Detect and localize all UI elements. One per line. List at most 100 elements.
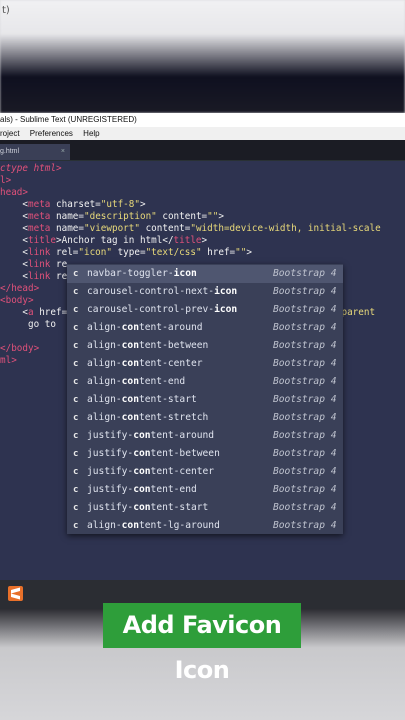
menu-bar: roject Preferences Help <box>0 127 405 140</box>
code-token: "width=device-width, initial-scale <box>190 223 381 234</box>
autocomplete-item[interactable]: c justify-content-between Bootstrap 4 <box>67 445 343 463</box>
autocomplete-item[interactable]: c justify-content-start Bootstrap 4 <box>67 499 343 517</box>
completion-kind-badge: c <box>73 269 79 279</box>
code-token: < <box>0 235 28 246</box>
code-token: name= <box>56 223 84 234</box>
code-token: "utf-8" <box>100 199 140 210</box>
completion-kind-badge: c <box>73 341 79 351</box>
completion-name: justify-content-between <box>87 448 220 459</box>
code-token: < <box>0 307 28 318</box>
code-token: > <box>246 247 252 258</box>
code-line: <meta name="viewport" content="width=dev… <box>0 223 381 235</box>
sublime-text-icon[interactable] <box>8 586 23 601</box>
completion-kind-badge: c <box>73 287 79 297</box>
code-token: ml> <box>0 355 17 366</box>
code-line: <body> <box>0 295 34 307</box>
autocomplete-item[interactable]: c align-content-lg-around Bootstrap 4 <box>67 517 343 535</box>
menu-item-project[interactable]: roject <box>0 129 20 138</box>
completion-source: Bootstrap 4 <box>273 394 337 405</box>
autocomplete-item[interactable]: c align-content-start Bootstrap 4 <box>67 391 343 409</box>
code-line: <title>Anchor tag in html</title> <box>0 235 207 247</box>
tab-file[interactable]: g.html × <box>0 144 70 160</box>
completion-kind-badge: c <box>73 521 79 531</box>
code-token: </head> <box>0 283 40 294</box>
completion-source: Bootstrap 4 <box>273 304 337 315</box>
code-line: <link rel="icon" type="text/css" href=""… <box>0 247 252 259</box>
completion-source: Bootstrap 4 <box>273 322 337 333</box>
code-token: meta <box>28 211 56 222</box>
code-token: href= <box>201 247 236 258</box>
autocomplete-item[interactable]: c justify-content-center Bootstrap 4 <box>67 463 343 481</box>
completion-source: Bootstrap 4 <box>273 376 337 387</box>
code-line: go to <box>0 319 56 331</box>
close-icon[interactable]: × <box>61 144 65 160</box>
window-title: als) - Sublime Text (UNREGISTERED) <box>0 115 137 124</box>
completion-source: Bootstrap 4 <box>273 448 337 459</box>
completion-name: justify-content-center <box>87 466 215 477</box>
code-token: "" <box>235 247 247 258</box>
code-token: > <box>139 199 146 210</box>
code-token: rel= <box>56 247 79 258</box>
autocomplete-item[interactable]: c justify-content-end Bootstrap 4 <box>67 481 343 499</box>
code-token: "" <box>207 211 219 222</box>
code-token: charset= <box>56 199 101 210</box>
code-token: < <box>0 247 28 258</box>
code-line: <meta charset="utf-8"> <box>0 199 146 211</box>
autocomplete-item[interactable]: c align-content-between Bootstrap 4 <box>67 337 343 355</box>
tab-bar: g.html × <box>0 140 405 160</box>
code-line: </body> <box>0 343 39 355</box>
autocomplete-item[interactable]: c align-content-center Bootstrap 4 <box>67 355 343 373</box>
code-token: l> <box>0 175 12 186</box>
code-token: > <box>218 211 224 222</box>
code-token: ctype html> <box>0 163 62 174</box>
autocomplete-item[interactable]: c align-content-around Bootstrap 4 <box>67 319 343 337</box>
code-token: < <box>0 259 28 270</box>
code-token: type= <box>111 247 146 258</box>
code-token: title <box>28 235 56 246</box>
code-token: > <box>201 235 208 246</box>
completion-name: carousel-control-prev-icon <box>87 304 238 315</box>
sublime-text-glyph <box>11 587 20 600</box>
code-token: meta <box>28 199 56 210</box>
completion-source: Bootstrap 4 <box>273 358 337 369</box>
completion-kind-badge: c <box>73 485 79 495</box>
blurred-top-text: t) <box>2 5 10 16</box>
completion-name: align-content-between <box>87 340 209 351</box>
code-token: name= <box>56 211 84 222</box>
code-token: >Anchor tag in html</ <box>56 235 174 246</box>
menu-item-preferences[interactable]: Preferences <box>30 129 73 138</box>
autocomplete-item[interactable]: c align-content-stretch Bootstrap 4 <box>67 409 343 427</box>
completion-source: Bootstrap 4 <box>273 466 337 477</box>
autocomplete-item[interactable]: c align-content-end Bootstrap 4 <box>67 373 343 391</box>
code-token: go to <box>0 319 56 330</box>
completion-name: align-content-center <box>87 358 203 369</box>
completion-name: align-content-end <box>87 376 186 387</box>
autocomplete-item[interactable]: c carousel-control-prev-icon Bootstrap 4 <box>67 301 343 319</box>
completion-source: Bootstrap 4 <box>273 412 337 423</box>
blurred-background-top <box>0 0 405 113</box>
autocomplete-item[interactable]: c justify-content-around Bootstrap 4 <box>67 427 343 445</box>
autocomplete-item[interactable]: c carousel-control-next-icon Bootstrap 4 <box>67 283 343 301</box>
completion-name: justify-content-start <box>87 502 209 513</box>
menu-item-help[interactable]: Help <box>83 129 99 138</box>
code-token: link <box>28 271 56 282</box>
code-token: meta <box>28 223 56 234</box>
autocomplete-item[interactable]: c navbar-toggler-icon Bootstrap 4 <box>67 265 343 283</box>
code-token: <body> <box>0 295 34 306</box>
completion-source: Bootstrap 4 <box>273 340 337 351</box>
completion-name: align-content-around <box>87 322 203 333</box>
completion-source: Bootstrap 4 <box>273 430 337 441</box>
code-line: <meta name="description" content=""> <box>0 211 224 223</box>
code-token: a <box>28 307 40 318</box>
code-token: "description" <box>84 211 157 222</box>
completion-name: align-content-stretch <box>87 412 209 423</box>
code-token: re <box>56 271 68 282</box>
code-token: "text/css" <box>145 247 202 258</box>
code-line: l> <box>0 175 11 187</box>
completion-name: justify-content-around <box>87 430 215 441</box>
completion-source: Bootstrap 4 <box>273 286 337 297</box>
completion-kind-badge: c <box>73 503 79 513</box>
completion-kind-badge: c <box>73 431 79 441</box>
code-token: "viewport" <box>84 223 140 234</box>
completion-kind-badge: c <box>73 413 79 423</box>
